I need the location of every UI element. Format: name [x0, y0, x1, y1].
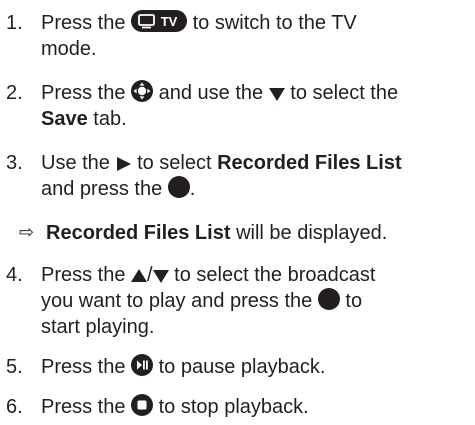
step-text: and press the	[41, 178, 163, 200]
step-text: to select the broadcast	[174, 264, 376, 286]
step-text: mode.	[41, 38, 97, 60]
step-number: 1.	[6, 12, 23, 34]
ok-button-icon	[317, 288, 340, 310]
tv-button-icon: TV	[131, 10, 188, 32]
tv-button-label: TV	[161, 14, 178, 29]
step-number: 6.	[6, 396, 23, 418]
step-number: 4.	[6, 264, 23, 286]
step-number: 2.	[6, 82, 23, 104]
step-text: Press the	[41, 264, 126, 286]
ok-button-icon	[167, 176, 190, 198]
step-text: and use the	[158, 82, 264, 104]
step-number: 3.	[6, 152, 23, 174]
step-text: Press the	[41, 396, 126, 418]
step-text: to stop playback.	[158, 396, 309, 418]
play-pause-button-icon	[131, 354, 154, 376]
step-bold-text: Recorded Files List	[217, 152, 402, 174]
stop-button-icon	[131, 394, 154, 416]
down-arrow-icon	[152, 268, 169, 284]
result-arrow-icon: ⇨	[19, 222, 35, 243]
step-number: 5.	[6, 356, 23, 378]
down-arrow-icon	[268, 86, 285, 102]
step-text: Use the	[41, 152, 110, 174]
step-text: Press the	[41, 12, 126, 34]
step-text: to pause playback.	[158, 356, 326, 378]
result-bold-text: Recorded Files List	[46, 222, 231, 244]
right-arrow-icon	[116, 156, 132, 172]
up-arrow-icon	[131, 268, 148, 284]
step-text: Press the	[41, 82, 126, 104]
step-text: to	[345, 290, 363, 312]
step-bold-text: Save	[41, 108, 88, 130]
step-text: to switch to the TV	[192, 12, 357, 34]
step-text: start playing.	[41, 316, 155, 338]
step-text: you want to play and press the	[41, 290, 313, 312]
step-text: to select the	[290, 82, 399, 104]
step-text: Press the	[41, 356, 126, 378]
step-text: .	[189, 178, 196, 200]
step-text: to select	[137, 152, 212, 174]
result-text: will be displayed.	[236, 222, 388, 244]
step-text: tab.	[93, 108, 127, 130]
directional-pad-icon	[131, 80, 154, 102]
